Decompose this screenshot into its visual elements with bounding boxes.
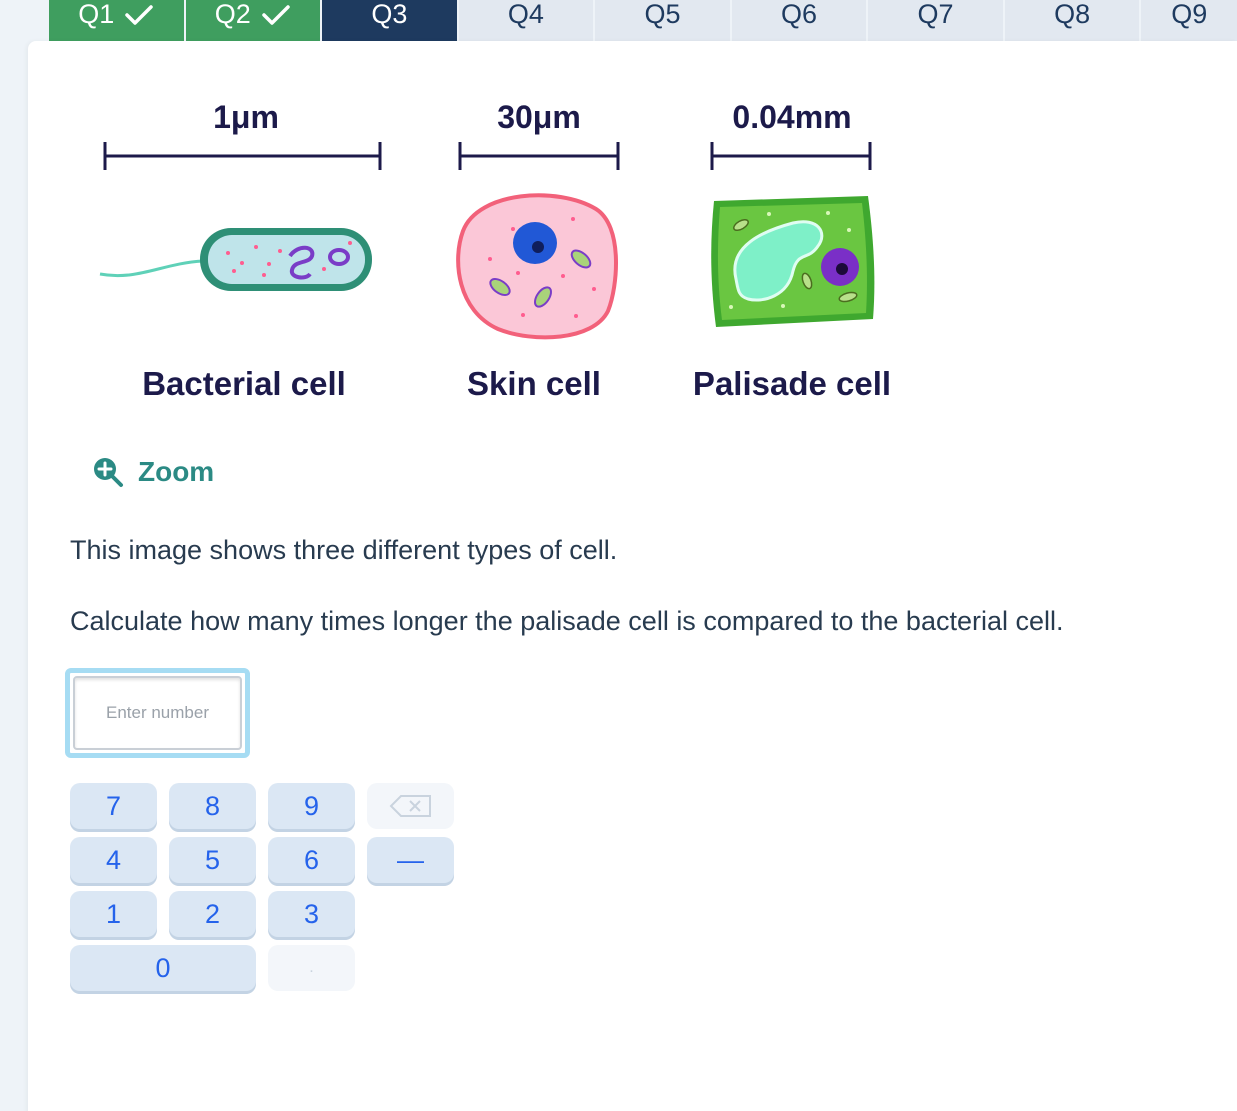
tab-q1[interactable]: Q1 xyxy=(49,0,184,41)
tab-label: Q4 xyxy=(507,0,544,29)
palisade-scale-bar xyxy=(710,142,872,170)
key-0[interactable]: 0 xyxy=(70,945,256,991)
bacterial-scale-bar xyxy=(103,142,382,170)
zoom-label: Zoom xyxy=(138,456,215,487)
question-tabs: Q1 Q2 Q3 Q4 Q5 Q6 Q7 Q8 Q9 xyxy=(49,0,1237,53)
palisade-cell-label: Palisade cell xyxy=(692,365,892,402)
tab-label: Q7 xyxy=(917,0,954,29)
key-8[interactable]: 8 xyxy=(169,783,256,829)
skin-scale-bar xyxy=(458,142,620,170)
zoom-in-icon xyxy=(94,458,123,487)
tab-q2[interactable]: Q2 xyxy=(185,0,321,41)
check-icon xyxy=(125,4,154,25)
tab-q4[interactable]: Q4 xyxy=(458,0,594,41)
tab-q3[interactable]: Q3 xyxy=(322,0,457,53)
tab-q9[interactable]: Q9 xyxy=(1141,0,1237,41)
question-prompt: Calculate how many times longer the pali… xyxy=(70,606,1064,636)
tab-q5[interactable]: Q5 xyxy=(595,0,730,41)
check-icon xyxy=(262,4,290,25)
answer-field-wrapper xyxy=(65,668,250,758)
key-7[interactable]: 7 xyxy=(70,783,157,829)
zoom-button[interactable]: Zoom xyxy=(92,456,214,488)
tab-q8[interactable]: Q8 xyxy=(1004,0,1140,41)
backspace-icon xyxy=(389,795,431,817)
key-2[interactable]: 2 xyxy=(169,891,256,937)
tab-q7[interactable]: Q7 xyxy=(868,0,1003,41)
bacterial-cell-drawing xyxy=(99,228,372,291)
tab-label: Q6 xyxy=(780,0,818,29)
key-4[interactable]: 4 xyxy=(70,837,157,883)
answer-input[interactable] xyxy=(73,676,242,750)
decimal-key[interactable]: . xyxy=(268,945,355,991)
skin-cell-label: Skin cell xyxy=(467,365,601,402)
cells-figure: 1μm 30μm 0.04mm Bacterial cell Skin cell… xyxy=(28,41,1237,441)
question-card: 1μm 30μm 0.04mm Bacterial cell Skin cell… xyxy=(28,41,1237,1111)
key-3[interactable]: 3 xyxy=(268,891,355,937)
question-intro: This image shows three different types o… xyxy=(70,535,618,565)
palisade-cell-drawing xyxy=(711,196,875,327)
tab-q6[interactable]: Q6 xyxy=(731,0,867,41)
tab-label: Q2 xyxy=(214,0,251,29)
tab-label: Q9 xyxy=(1171,0,1208,29)
skin-cell-drawing xyxy=(456,193,619,340)
tab-label: Q8 xyxy=(1054,0,1091,29)
key-1[interactable]: 1 xyxy=(70,891,157,937)
cells-illustration xyxy=(99,142,875,340)
bacterial-cell-label: Bacterial cell xyxy=(142,365,346,402)
tab-label: Q3 xyxy=(371,0,408,29)
minus-key[interactable]: — xyxy=(367,837,454,883)
key-6[interactable]: 6 xyxy=(268,837,355,883)
backspace-key[interactable] xyxy=(367,783,454,829)
tab-label: Q1 xyxy=(78,0,115,29)
key-9[interactable]: 9 xyxy=(268,783,355,829)
tab-label: Q5 xyxy=(644,0,681,29)
key-5[interactable]: 5 xyxy=(169,837,256,883)
